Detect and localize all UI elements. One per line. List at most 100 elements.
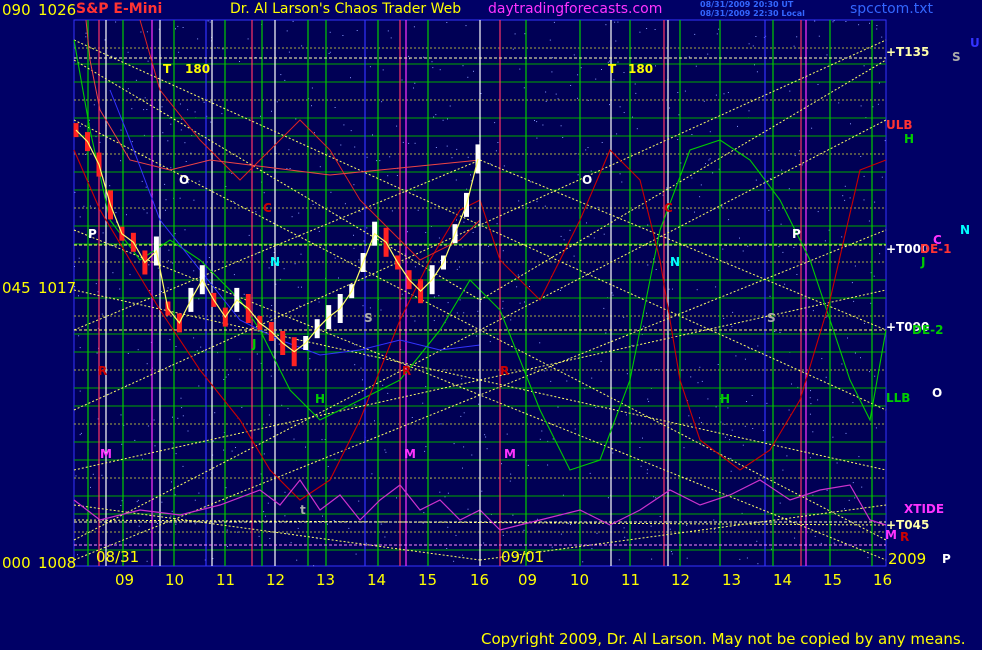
star-dot <box>241 406 243 408</box>
star-dot <box>716 33 718 35</box>
star-dot <box>102 232 104 234</box>
star-dot <box>379 160 381 162</box>
header-left-price: 1026 <box>38 1 77 19</box>
star-dot <box>362 379 363 381</box>
star-dot <box>115 212 117 214</box>
star-dot <box>686 557 688 559</box>
star-dot <box>494 122 496 124</box>
star-dot <box>197 38 199 40</box>
star-dot <box>691 134 693 135</box>
star-dot <box>659 516 661 517</box>
star-dot <box>109 185 111 187</box>
right-label: J <box>921 255 926 269</box>
star-dot <box>860 357 861 359</box>
star-dot <box>453 560 455 562</box>
right-label: XTIDE <box>904 502 945 516</box>
star-dot <box>74 191 76 193</box>
star-dot <box>456 268 458 270</box>
star-dot <box>296 559 298 561</box>
star-dot <box>146 560 148 562</box>
star-dot <box>618 559 620 561</box>
chart-letter-label: T <box>608 62 617 76</box>
star-dot <box>413 87 414 89</box>
star-dot <box>755 36 757 37</box>
star-dot <box>200 346 202 348</box>
star-dot <box>869 371 870 373</box>
star-dot <box>876 25 878 26</box>
y-label-mid-price: 1017 <box>38 279 77 297</box>
star-dot <box>112 272 114 274</box>
star-dot <box>269 316 271 318</box>
star-dot <box>153 419 155 421</box>
star-dot <box>639 447 641 448</box>
star-dot <box>517 274 519 276</box>
star-dot <box>295 118 297 120</box>
header-stamp-local: 08/31/2009 22:30 Local <box>700 9 805 18</box>
star-dot <box>881 36 883 38</box>
star-dot <box>640 465 642 467</box>
star-dot <box>161 106 163 108</box>
star-dot <box>425 232 427 233</box>
star-dot <box>781 169 783 171</box>
star-dot <box>145 186 147 188</box>
star-dot <box>353 234 354 236</box>
star-dot <box>722 248 724 250</box>
star-dot <box>179 197 181 199</box>
star-dot <box>560 290 561 291</box>
star-dot <box>616 133 618 135</box>
star-dot <box>723 93 725 95</box>
header-author: Dr. Al Larson's Chaos Trader Web <box>230 1 462 17</box>
star-dot <box>709 158 711 160</box>
star-dot <box>623 72 625 73</box>
star-dot <box>553 21 555 23</box>
star-dot <box>260 115 261 117</box>
star-dot <box>677 139 679 140</box>
star-dot <box>539 438 541 440</box>
star-dot <box>140 31 142 33</box>
star-dot <box>147 60 149 62</box>
star-dot <box>89 205 91 207</box>
star-dot <box>447 302 449 304</box>
right-label: M <box>885 528 897 542</box>
chart-letter-label: R <box>500 364 509 378</box>
star-dot <box>585 149 587 151</box>
star-dot <box>699 417 700 419</box>
star-dot <box>305 446 306 448</box>
star-dot <box>301 286 302 288</box>
star-dot <box>877 103 879 105</box>
star-dot <box>875 427 877 429</box>
star-dot <box>605 332 607 334</box>
star-dot <box>671 553 673 555</box>
star-dot <box>863 175 865 177</box>
header-stamp-ut: 08/31/2009 20:30 UT <box>700 0 794 9</box>
star-dot <box>646 472 648 474</box>
star-dot <box>263 453 265 455</box>
star-dot <box>796 274 798 275</box>
star-dot <box>485 436 487 438</box>
x-tick-label: 16 <box>873 571 893 589</box>
star-dot <box>470 174 471 176</box>
star-dot <box>623 112 625 113</box>
star-dot <box>384 449 386 451</box>
star-dot <box>455 534 457 536</box>
star-dot <box>647 264 649 266</box>
star-dot <box>446 22 448 23</box>
star-dot <box>529 286 530 287</box>
star-dot <box>462 467 463 469</box>
star-dot <box>343 124 345 126</box>
star-dot <box>497 142 499 143</box>
star-dot <box>669 528 671 530</box>
star-dot <box>545 100 547 102</box>
star-dot <box>853 300 855 302</box>
star-dot <box>93 104 95 106</box>
star-dot <box>589 472 591 474</box>
star-dot <box>774 331 776 332</box>
star-dot <box>359 211 361 213</box>
chart-letter-label: t <box>300 503 306 517</box>
star-dot <box>366 156 368 158</box>
star-dot <box>402 141 404 143</box>
star-dot <box>344 203 346 205</box>
star-dot <box>688 56 690 58</box>
star-dot <box>141 180 143 182</box>
star-dot <box>756 71 758 73</box>
